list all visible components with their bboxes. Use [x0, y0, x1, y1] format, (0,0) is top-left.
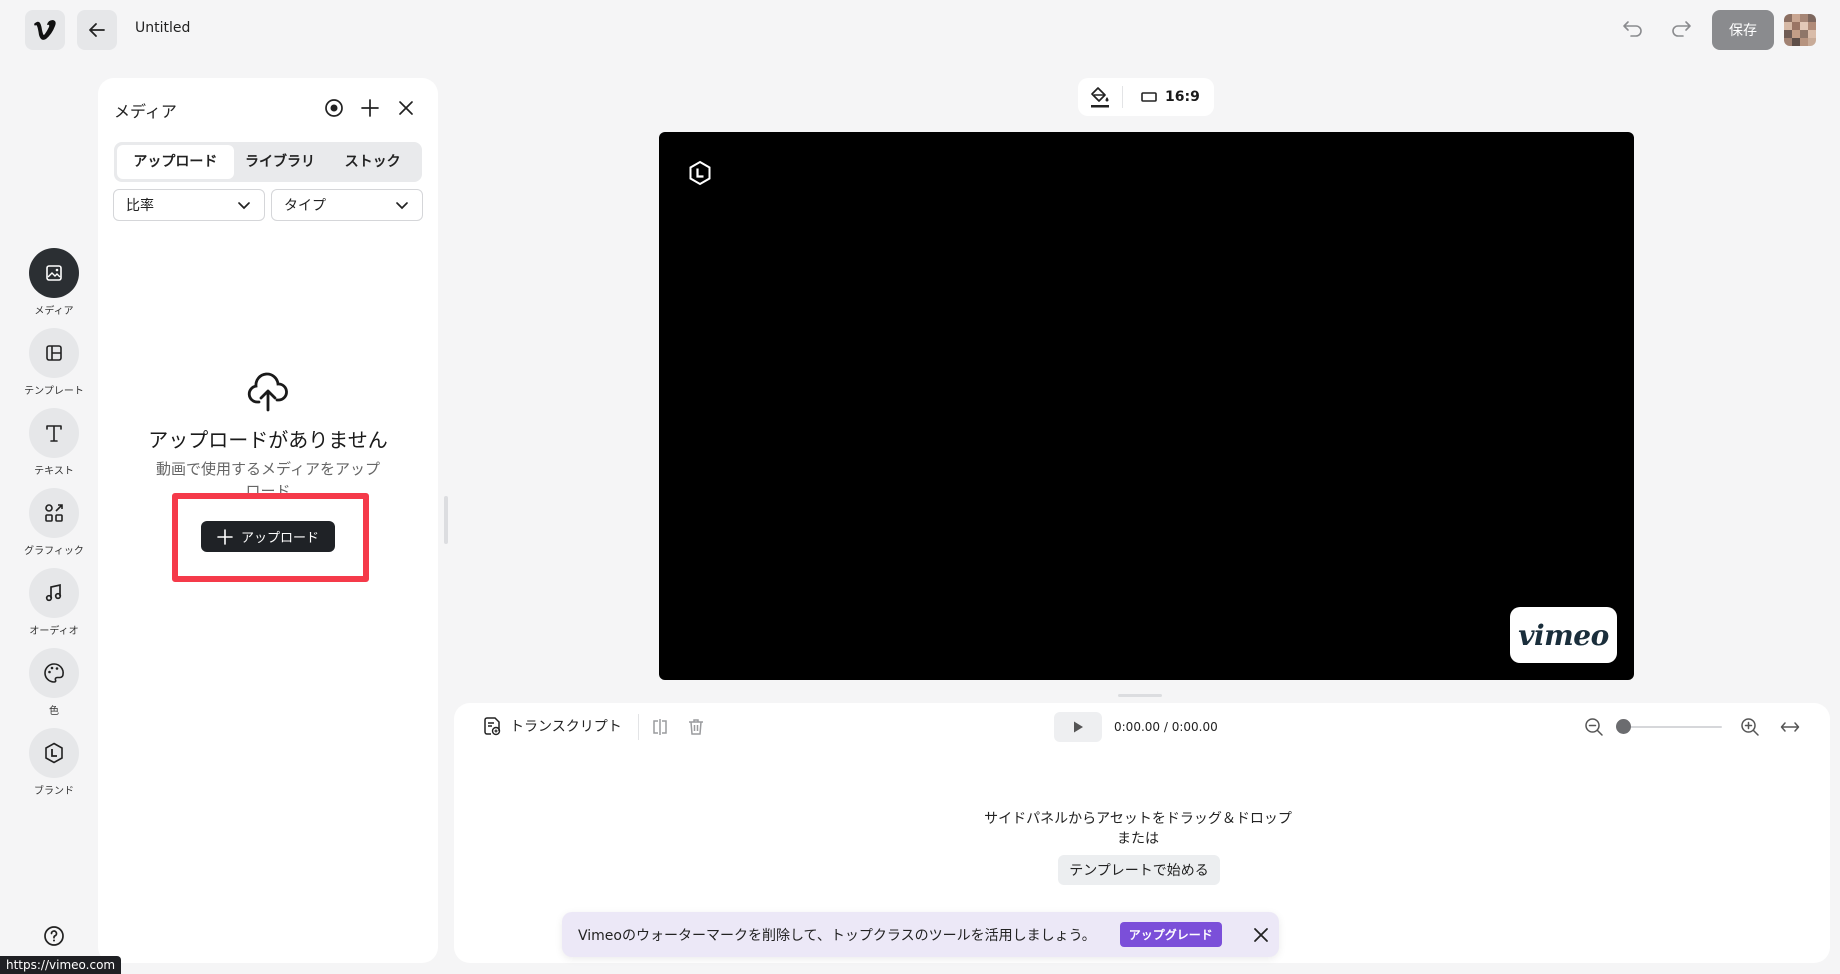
ratio-dropdown-label: 比率 — [126, 198, 154, 214]
redo-button[interactable] — [1670, 18, 1692, 40]
media-tabs: アップロード ライブラリ ストック — [114, 142, 422, 182]
rail-item-color[interactable]: 色 — [4, 648, 104, 717]
shapes-icon — [45, 504, 63, 522]
ratio-dropdown[interactable]: 比率 — [113, 189, 265, 221]
plus-icon — [361, 99, 379, 117]
project-title[interactable]: Untitled — [135, 20, 190, 36]
type-dropdown-label: タイプ — [284, 198, 326, 214]
rail-label: テンプレート — [24, 386, 84, 397]
upgrade-banner: Vimeoのウォーターマークを削除して、トップクラスのツールを活用しましょう。 … — [562, 912, 1279, 957]
play-button[interactable] — [1054, 712, 1102, 742]
transcript-button[interactable]: トランスクリプト — [482, 716, 622, 736]
aspect-ratio-icon — [1141, 92, 1157, 102]
start-with-template-button[interactable]: テンプレートで始める — [1058, 855, 1220, 885]
vimeo-logo-button[interactable] — [25, 10, 65, 50]
undo-icon — [1623, 21, 1642, 37]
plus-icon — [217, 528, 233, 545]
help-icon — [44, 926, 64, 946]
rail-label: グラフィック — [24, 546, 84, 557]
delete-button[interactable] — [687, 718, 705, 736]
transcript-icon — [484, 717, 501, 736]
transcript-label: トランスクリプト — [510, 719, 622, 735]
panel-title: メディア — [114, 102, 177, 121]
chevron-down-icon — [238, 202, 250, 210]
brand-logo-icon — [687, 160, 713, 186]
toolbar-divider — [638, 714, 639, 740]
timeline-resize-handle[interactable] — [1118, 694, 1162, 697]
save-button[interactable]: 保存 — [1712, 10, 1774, 50]
time-display: 0:00.00 / 0:00.00 — [1114, 720, 1218, 734]
brand-icon — [45, 742, 63, 764]
rail-label: オーディオ — [29, 626, 79, 637]
zoom-slider-track[interactable] — [1616, 726, 1722, 728]
add-button[interactable] — [360, 98, 380, 118]
rail-item-brand[interactable]: ブランド — [4, 728, 104, 797]
paint-bucket-icon — [1091, 87, 1109, 108]
upload-button-label: アップロード — [240, 531, 319, 546]
text-icon — [46, 425, 62, 442]
rail-item-media[interactable]: メディア — [4, 248, 104, 317]
split-button[interactable] — [651, 718, 669, 736]
help-button[interactable] — [43, 925, 65, 947]
tab-library[interactable]: ライブラリ — [234, 145, 327, 179]
video-canvas[interactable] — [659, 132, 1634, 680]
upload-button[interactable]: アップロード — [201, 521, 335, 552]
vimeo-logo-icon — [34, 20, 56, 40]
rail-item-graphics[interactable]: グラフィック — [4, 488, 104, 557]
tab-stock[interactable]: ストック — [326, 145, 419, 179]
redo-icon — [1672, 21, 1691, 37]
close-icon — [1253, 927, 1268, 942]
rail-item-text[interactable]: テキスト — [4, 408, 104, 477]
aspect-ratio-button[interactable]: 16:9 — [1123, 89, 1200, 105]
background-color-button[interactable] — [1078, 78, 1122, 116]
play-icon — [1074, 721, 1083, 733]
rail-label: メディア — [34, 306, 74, 317]
zoom-out-button[interactable] — [1584, 717, 1604, 737]
rail-label: 色 — [49, 706, 59, 717]
type-dropdown[interactable]: タイプ — [271, 189, 423, 221]
tab-upload[interactable]: アップロード — [117, 145, 234, 179]
music-icon — [45, 583, 62, 602]
trash-icon — [689, 719, 703, 735]
chevron-down-icon — [396, 202, 408, 210]
record-icon — [325, 99, 343, 117]
record-button[interactable] — [324, 98, 344, 118]
avatar[interactable] — [1784, 14, 1816, 46]
fit-timeline-button[interactable] — [1780, 719, 1800, 735]
zoom-in-icon — [1741, 718, 1759, 736]
empty-subtitle: 動画で使用するメディアをアップロード — [156, 460, 380, 498]
rail-item-audio[interactable]: オーディオ — [4, 568, 104, 637]
drop-hint-or: または — [1117, 831, 1159, 847]
vimeo-watermark: vimeo — [1510, 607, 1617, 663]
drop-hint: サイドパネルからアセットをドラッグ＆ドロップ — [984, 811, 1292, 827]
canvas-toolbar: 16:9 — [1078, 78, 1214, 116]
banner-text: Vimeoのウォーターマークを削除して、トップクラスのツールを活用しましょう。 — [578, 927, 1096, 944]
back-button[interactable] — [77, 10, 117, 50]
layout-icon — [46, 345, 62, 361]
panel-resize-handle[interactable] — [444, 496, 448, 544]
arrows-horizontal-icon — [1780, 722, 1800, 732]
close-icon — [399, 101, 413, 115]
split-icon — [653, 719, 667, 735]
close-banner-button[interactable] — [1252, 926, 1270, 944]
zoom-slider-handle[interactable] — [1616, 719, 1631, 734]
close-panel-button[interactable] — [396, 98, 416, 118]
rail-label: ブランド — [34, 786, 74, 797]
zoom-in-button[interactable] — [1740, 717, 1760, 737]
upgrade-button[interactable]: アップグレード — [1119, 922, 1222, 947]
rail-item-templates[interactable]: テンプレート — [4, 328, 104, 397]
rail-label: テキスト — [34, 466, 74, 477]
aspect-ratio-label: 16:9 — [1165, 89, 1200, 105]
zoom-out-icon — [1585, 718, 1603, 736]
cloud-upload-icon — [247, 372, 289, 412]
palette-icon — [44, 663, 64, 683]
arrow-left-icon — [89, 23, 105, 37]
undo-button[interactable] — [1622, 18, 1644, 40]
empty-title: アップロードがありません — [148, 428, 388, 452]
link-preview-status: https://vimeo.com — [0, 956, 122, 974]
image-icon — [46, 265, 62, 281]
